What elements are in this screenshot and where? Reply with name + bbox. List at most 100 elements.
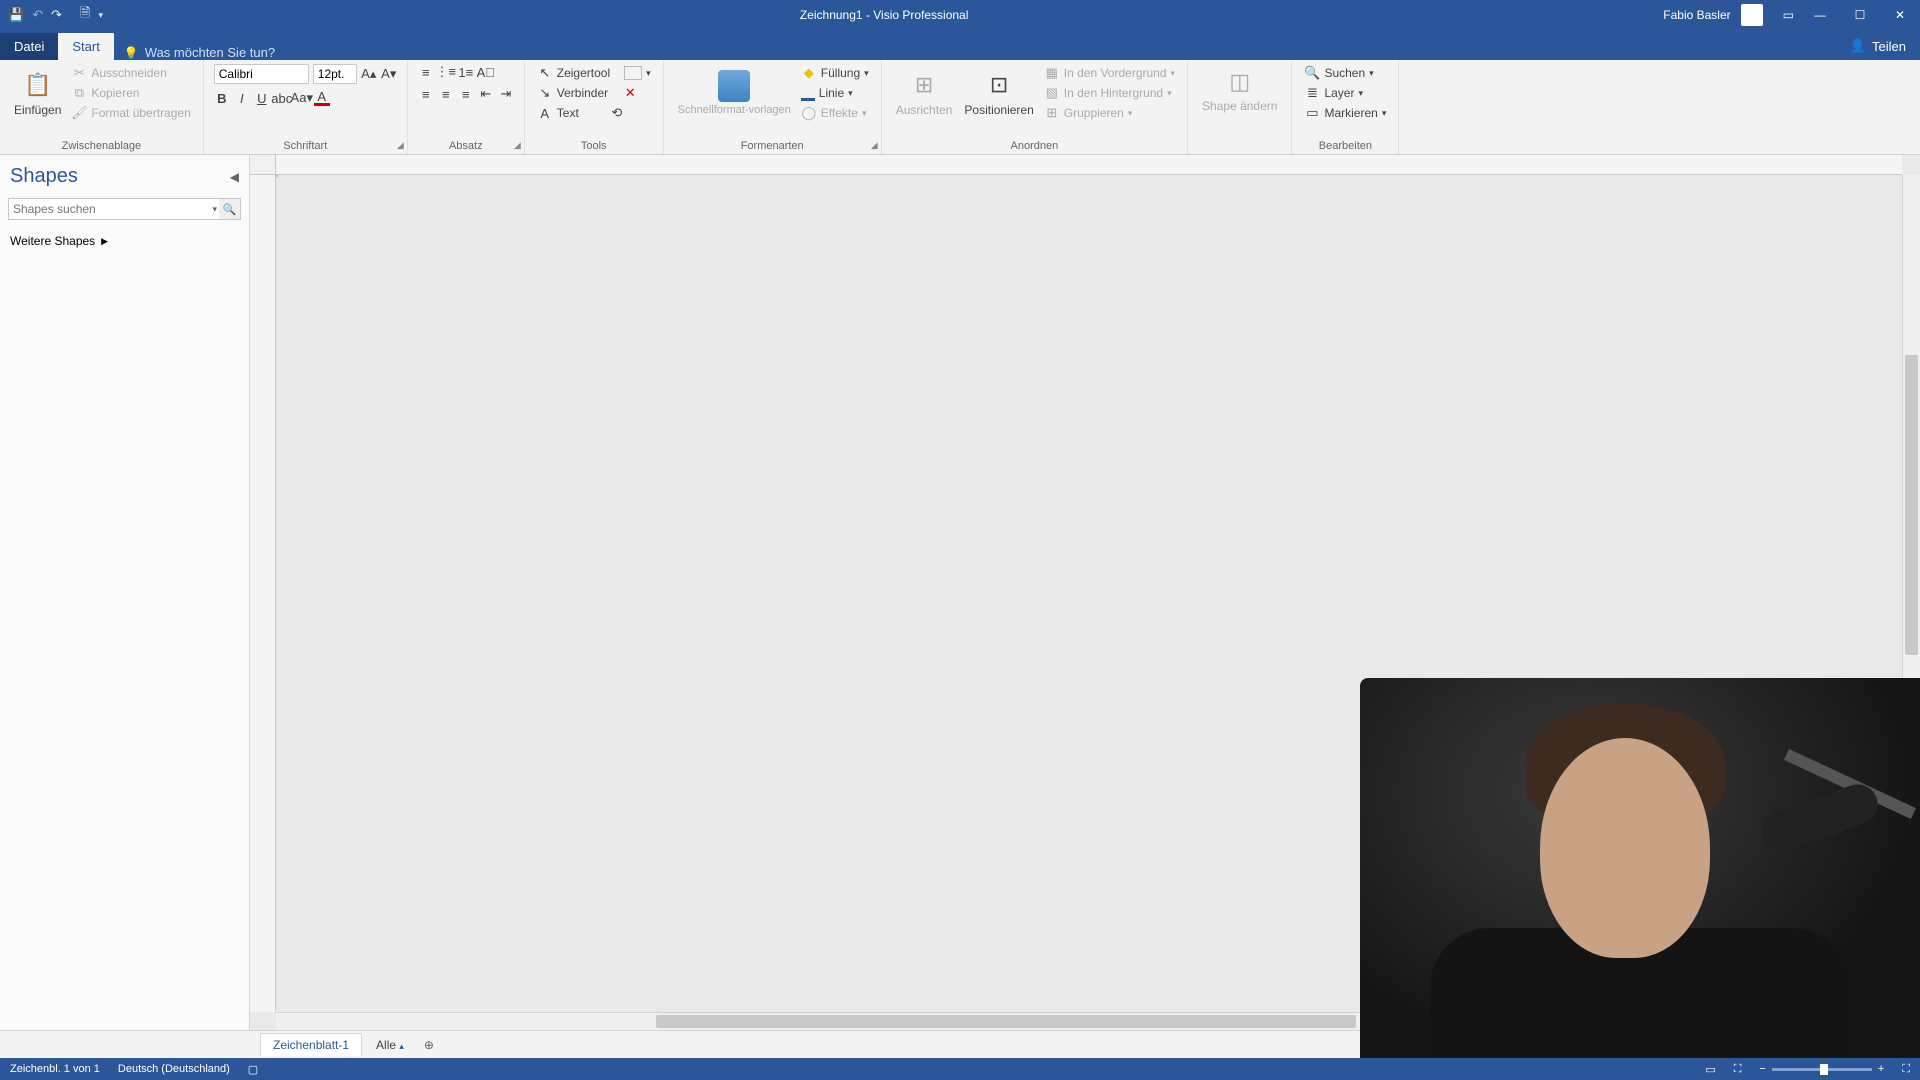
sheet-tab-all[interactable]: Alle ▴ (366, 1034, 414, 1056)
rectangle-tool-icon[interactable] (624, 66, 642, 80)
more-shapes[interactable]: Weitere Shapes▶ (0, 230, 249, 252)
text-tool[interactable]: AText ⟲ (535, 104, 653, 122)
clear-format-icon[interactable]: A⃠ (478, 64, 494, 80)
redo-icon[interactable]: ↷ (51, 7, 62, 23)
ruler-vertical[interactable] (250, 175, 276, 1012)
group-icon: ⊞ (1044, 105, 1060, 121)
collapse-pane-icon[interactable]: ◀ (230, 170, 239, 184)
align-button[interactable]: ⊞Ausrichten (892, 67, 957, 119)
page-margin-guide (277, 176, 279, 178)
group-label: Anordnen (892, 138, 1177, 152)
font-name-combo[interactable] (214, 64, 309, 84)
qat-dropdown-icon[interactable]: ▾ (98, 10, 103, 21)
macro-record-icon[interactable]: ▢ (248, 1063, 258, 1076)
case-button[interactable]: Aa▾ (294, 90, 310, 106)
ruler-corner (250, 155, 276, 175)
vertical-scrollbar[interactable] (1902, 175, 1920, 1012)
zoom-slider[interactable] (1772, 1068, 1872, 1071)
shapestyles-launcher-icon[interactable]: ◢ (871, 140, 878, 151)
quick-styles-button[interactable]: Schnellformat-vorlagen (674, 68, 795, 118)
add-sheet-button[interactable]: ⊕ (418, 1034, 440, 1056)
effects-button[interactable]: ◯Effekte▾ (799, 104, 871, 122)
shrink-font-icon[interactable]: A▾ (381, 66, 397, 82)
align-right-icon[interactable]: ≡ (458, 86, 474, 102)
cut-icon: ✂ (71, 65, 87, 81)
fullscreen-icon[interactable]: ⛶ (1902, 1063, 1910, 1076)
undo-icon[interactable]: ↶ (32, 7, 43, 23)
paragraph-launcher-icon[interactable]: ◢ (514, 140, 521, 151)
font-color-button[interactable]: A (314, 90, 330, 106)
group-clipboard: 📋 Einfügen ✂Ausschneiden ⧉Kopieren 🖌Form… (0, 60, 204, 154)
group-button[interactable]: ⊞Gruppieren▾ (1042, 104, 1177, 122)
tellme-bulb-icon: 💡 (124, 46, 139, 60)
format-painter-button[interactable]: 🖌Format übertragen (69, 104, 192, 122)
underline-button[interactable]: U (254, 90, 270, 106)
fit-page-icon[interactable]: ⛶ (1734, 1063, 1742, 1076)
status-language[interactable]: Deutsch (Deutschland) (118, 1063, 230, 1075)
layer-button[interactable]: ≣Layer▾ (1302, 84, 1388, 102)
bullets-icon[interactable]: ⋮≡ (438, 64, 454, 80)
bold-button[interactable]: B (214, 90, 230, 106)
vscroll-thumb[interactable] (1905, 355, 1918, 655)
new-doc-icon[interactable]: 🗎 (80, 4, 90, 26)
hscroll-thumb[interactable] (656, 1015, 1356, 1028)
presentation-mode-icon[interactable]: ▭ (1705, 1063, 1715, 1076)
send-back-button[interactable]: ▧In den Hintergrund▾ (1042, 84, 1177, 102)
maximize-button[interactable]: ☐ (1840, 8, 1880, 22)
ribbon-options-icon[interactable]: ▭ (1783, 8, 1794, 22)
pointer-tool[interactable]: ↖Zeigertool ▾ (535, 64, 653, 82)
user-avatar[interactable] (1741, 4, 1763, 26)
drawing-canvas[interactable] (276, 175, 1902, 1012)
cut-button[interactable]: ✂Ausschneiden (69, 64, 192, 82)
group-font: A▴ A▾ B I U abc Aa▾ A Schriftart ◢ (204, 60, 408, 154)
find-button[interactable]: 🔍Suchen▾ (1302, 64, 1388, 82)
paste-button[interactable]: 📋 Einfügen (10, 67, 65, 119)
bring-front-button[interactable]: ▦In den Vordergrund▾ (1042, 64, 1177, 82)
font-launcher-icon[interactable]: ◢ (397, 140, 404, 151)
copy-button[interactable]: ⧉Kopieren (69, 84, 192, 102)
horizontal-scrollbar[interactable] (276, 1012, 1902, 1030)
connector-tool[interactable]: ↘Verbinder ✕ (535, 84, 653, 102)
line-icon (801, 85, 815, 101)
align-center-icon[interactable]: ≡ (438, 86, 454, 102)
shapes-search-input[interactable] (8, 198, 228, 220)
ribbon: 📋 Einfügen ✂Ausschneiden ⧉Kopieren 🖌Form… (0, 60, 1920, 155)
effects-icon: ◯ (801, 105, 817, 121)
group-arrange: ⊞Ausrichten ⊡Positionieren ▦In den Vorde… (882, 60, 1188, 154)
numbering-icon[interactable]: 1≡ (458, 64, 474, 80)
fill-button[interactable]: ◆Füllung▾ (799, 64, 871, 82)
font-size-combo[interactable] (313, 64, 357, 84)
italic-button[interactable]: I (234, 90, 250, 106)
decrease-indent-icon[interactable]: ⇤ (478, 86, 494, 102)
rotate-text-icon[interactable]: ⟲ (609, 105, 625, 121)
connector-icon: ↘ (537, 85, 553, 101)
tab-file[interactable]: Datei (0, 33, 58, 60)
drawing-page[interactable] (276, 175, 278, 177)
position-button[interactable]: ⊡Positionieren (960, 67, 1037, 119)
tab-start[interactable]: Start (58, 33, 113, 60)
align-left-icon[interactable]: ≡ (418, 86, 434, 102)
title-bar: 💾 ↶ ↷ 🗎 ▾ Zeichnung1 - Visio Professiona… (0, 0, 1920, 30)
select-button[interactable]: ▭Markieren▾ (1302, 104, 1388, 122)
align-top-icon[interactable]: ≡ (418, 64, 434, 80)
change-shape-button[interactable]: ◫ Shape ändern (1198, 64, 1281, 115)
line-button[interactable]: Linie▾ (799, 84, 871, 102)
share-button[interactable]: 👤 Teilen (1836, 32, 1920, 60)
close-button[interactable]: ✕ (1880, 8, 1920, 22)
tell-me-search[interactable]: 💡 Was möchten Sie tun? (124, 45, 275, 60)
shapes-search-go[interactable]: 🔍 (219, 198, 241, 220)
user-name[interactable]: Fabio Basler (1663, 8, 1730, 22)
minimize-button[interactable]: — (1800, 8, 1840, 22)
save-icon[interactable]: 💾 (8, 7, 24, 23)
sheet-tab-active[interactable]: Zeichenblatt-1 (260, 1033, 362, 1056)
strike-button[interactable]: abc (274, 90, 290, 106)
grow-font-icon[interactable]: A▴ (361, 66, 377, 82)
zoom-out-icon[interactable]: − (1759, 1063, 1765, 1075)
zoom-control[interactable]: − + (1759, 1063, 1884, 1075)
status-page[interactable]: Zeichenbl. 1 von 1 (10, 1063, 100, 1075)
delete-icon[interactable]: ✕ (622, 85, 638, 101)
zoom-in-icon[interactable]: + (1878, 1063, 1884, 1075)
align-icon: ⊞ (908, 69, 940, 101)
ruler-horizontal[interactable] (276, 155, 1902, 175)
increase-indent-icon[interactable]: ⇥ (498, 86, 514, 102)
